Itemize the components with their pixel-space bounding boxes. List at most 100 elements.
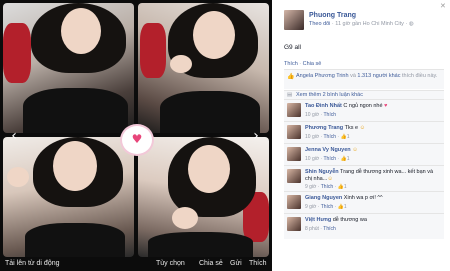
- comment-meta: 10 giờ · Thích · 👍1: [305, 134, 350, 140]
- comment-author[interactable]: Phương Trang: [305, 125, 343, 131]
- comment-list: Tao Đình Nhất C ngủ ngon nhé ♥ 10 giờ · …: [284, 99, 444, 239]
- view-more-comments[interactable]: ▤ Xem thêm 2 bình luận khác: [284, 90, 444, 99]
- post-author: Phuong Trang Theo dõi · 11 giờ gần Ho Ch…: [284, 10, 444, 32]
- comment-item: Tao Đình Nhất C ngủ ngon nhé ♥ 10 giờ · …: [284, 99, 444, 121]
- comment-like-link[interactable]: Thích: [323, 134, 336, 140]
- comment-item: Phương Trang Tks e ☺ 10 giờ · Thích · 👍1: [284, 121, 444, 143]
- likes-summary: 👍 Angela Phương Trinh và 1.313 người khá…: [284, 69, 444, 89]
- likes-suffix: thích điều này.: [400, 73, 438, 79]
- comment-time: 8 phút: [305, 226, 319, 232]
- avatar[interactable]: [287, 169, 301, 183]
- comment-body: C ngủ ngon nhé: [341, 103, 385, 109]
- comment-author[interactable]: Giang Nguyen: [305, 195, 342, 201]
- avatar[interactable]: [287, 217, 301, 231]
- share-link[interactable]: Chia sẻ: [303, 61, 322, 67]
- photo-sidebar: ✕ Phuong Trang Theo dõi · 11 giờ gần Ho …: [272, 0, 450, 271]
- comment-meta: 9 giờ · Thích · 👍1: [305, 184, 347, 190]
- upload-source-label: Tải lên từ di động: [5, 260, 60, 267]
- avatar[interactable]: [284, 10, 304, 30]
- photo-toolbar: Tải lên từ di động Tùy chọn Chia sẻ Gửi …: [0, 257, 272, 271]
- comment-like-count: 1: [346, 156, 350, 162]
- post-actions: Thích · Chia sẻ: [284, 61, 321, 67]
- like-button[interactable]: Thích: [249, 260, 267, 267]
- comment-text: Phương Trang Tks e ☺: [305, 125, 441, 132]
- view-more-comments-label: Xem thêm 2 bình luận khác: [296, 92, 363, 98]
- black-top: [25, 223, 125, 257]
- comment-author[interactable]: Shin Nguyễn: [305, 169, 339, 175]
- comment-item: Giang Nguyen Xinh wa p ơi! ^^ 9 giờ · Th…: [284, 191, 444, 213]
- face: [193, 11, 235, 59]
- close-icon[interactable]: ✕: [440, 2, 446, 10]
- previous-photo-arrow-icon[interactable]: ‹: [8, 128, 20, 144]
- comment-author[interactable]: Jenna Vy Nguyen: [305, 147, 351, 153]
- avatar[interactable]: [287, 195, 301, 209]
- face: [61, 8, 101, 54]
- post-meta: Theo dõi · 11 giờ gần Ho Chi Minh City ·…: [309, 21, 414, 27]
- comment-time: 10 giờ: [305, 156, 320, 162]
- comment-time: 9 giờ: [305, 204, 317, 210]
- follow-link[interactable]: Theo dõi: [309, 21, 330, 27]
- comment-body: Tks e: [343, 125, 360, 131]
- thumbs-up-icon: 👍: [287, 74, 295, 80]
- avatar[interactable]: [287, 125, 301, 139]
- face: [53, 141, 97, 191]
- photo-bottom-left: [3, 137, 134, 257]
- black-top: [23, 88, 128, 133]
- comment-text: Giang Nguyen Xinh wa p ơi! ^^: [305, 195, 441, 202]
- comment-like-link[interactable]: Thích: [323, 112, 336, 118]
- comment-body: dễ thương wa: [331, 217, 367, 223]
- comment-author[interactable]: Tao Đình Nhất: [305, 103, 342, 109]
- comment-text: Tao Đình Nhất C ngủ ngon nhé ♥: [305, 103, 441, 110]
- comment-like-link[interactable]: Thích: [323, 226, 336, 232]
- comment-meta: 9 giờ · Thích · 👍1: [305, 204, 347, 210]
- comment-text: Shin Nguyễn Trang dễ thương xinh wa... k…: [305, 169, 441, 183]
- hand: [170, 55, 192, 73]
- comment-author[interactable]: Việt Hưng: [305, 217, 331, 223]
- comment-like-link[interactable]: Thích: [323, 156, 336, 162]
- avatar[interactable]: [287, 147, 301, 161]
- comment-bubble-icon: ▤: [287, 92, 293, 98]
- comment-body: Xinh wa p ơi! ^^: [342, 195, 383, 201]
- post-caption: G9 all: [284, 44, 301, 51]
- black-top: [160, 91, 260, 133]
- liker-name[interactable]: Angela Phương Trinh: [296, 73, 349, 79]
- next-photo-arrow-icon[interactable]: ›: [250, 128, 262, 144]
- comment-text: Jenna Vy Nguyen ☺: [305, 147, 441, 154]
- smile-emoticon-icon: ☺: [352, 147, 358, 153]
- heart-icon: ♥: [131, 132, 143, 146]
- post-time-location: · 11 giờ gần Ho Chi Minh City ·: [330, 21, 409, 27]
- comment-like-link[interactable]: Thích: [321, 184, 334, 190]
- author-name[interactable]: Phuong Trang: [309, 12, 356, 19]
- send-button[interactable]: Gửi: [230, 260, 242, 267]
- globe-icon: ◍: [408, 21, 414, 27]
- smile-emoticon-icon: ☺: [327, 176, 333, 182]
- hand: [7, 167, 29, 187]
- like-link[interactable]: Thích: [284, 61, 298, 67]
- comment-like-count: 1: [343, 204, 347, 210]
- comment-time: 10 giờ: [305, 112, 320, 118]
- likes-text: Angela Phương Trinh và 1.313 người khác …: [296, 72, 441, 80]
- smile-emoticon-icon: ☺: [359, 125, 366, 131]
- heart-emoticon-icon: ♥: [384, 103, 388, 109]
- comment-meta: 10 giờ · Thích · 👍1: [305, 156, 350, 162]
- hand: [172, 207, 198, 229]
- options-button[interactable]: Tùy chọn: [156, 260, 185, 267]
- comment-like-count: 1: [346, 134, 350, 140]
- comment-time: 10 giờ: [305, 134, 320, 140]
- comment-like-link[interactable]: Thích: [321, 204, 334, 210]
- comment-text: Việt Hưng dễ thương wa: [305, 217, 441, 224]
- photo-viewer: ‹ › ♥ Tải lên từ di động Tùy chọn Chia s…: [0, 0, 272, 271]
- share-button[interactable]: Chia sẻ: [199, 260, 223, 267]
- photo-top-right: [138, 3, 269, 133]
- comment-meta: 10 giờ · Thích: [305, 112, 336, 118]
- comment-time: 9 giờ: [305, 184, 317, 190]
- comment-meta: 8 phút · Thích: [305, 226, 336, 232]
- comment-item: Jenna Vy Nguyen ☺ 10 giờ · Thích · 👍1: [284, 143, 444, 165]
- avatar[interactable]: [287, 103, 301, 117]
- comment-item: Shin Nguyễn Trang dễ thương xinh wa... k…: [284, 165, 444, 191]
- other-likers-link[interactable]: 1.313 người khác: [357, 73, 400, 79]
- comment-like-count: 1: [343, 184, 347, 190]
- black-top: [148, 232, 253, 257]
- photo-bottom-right: [138, 137, 269, 257]
- heart-sticker: ♥: [122, 126, 152, 154]
